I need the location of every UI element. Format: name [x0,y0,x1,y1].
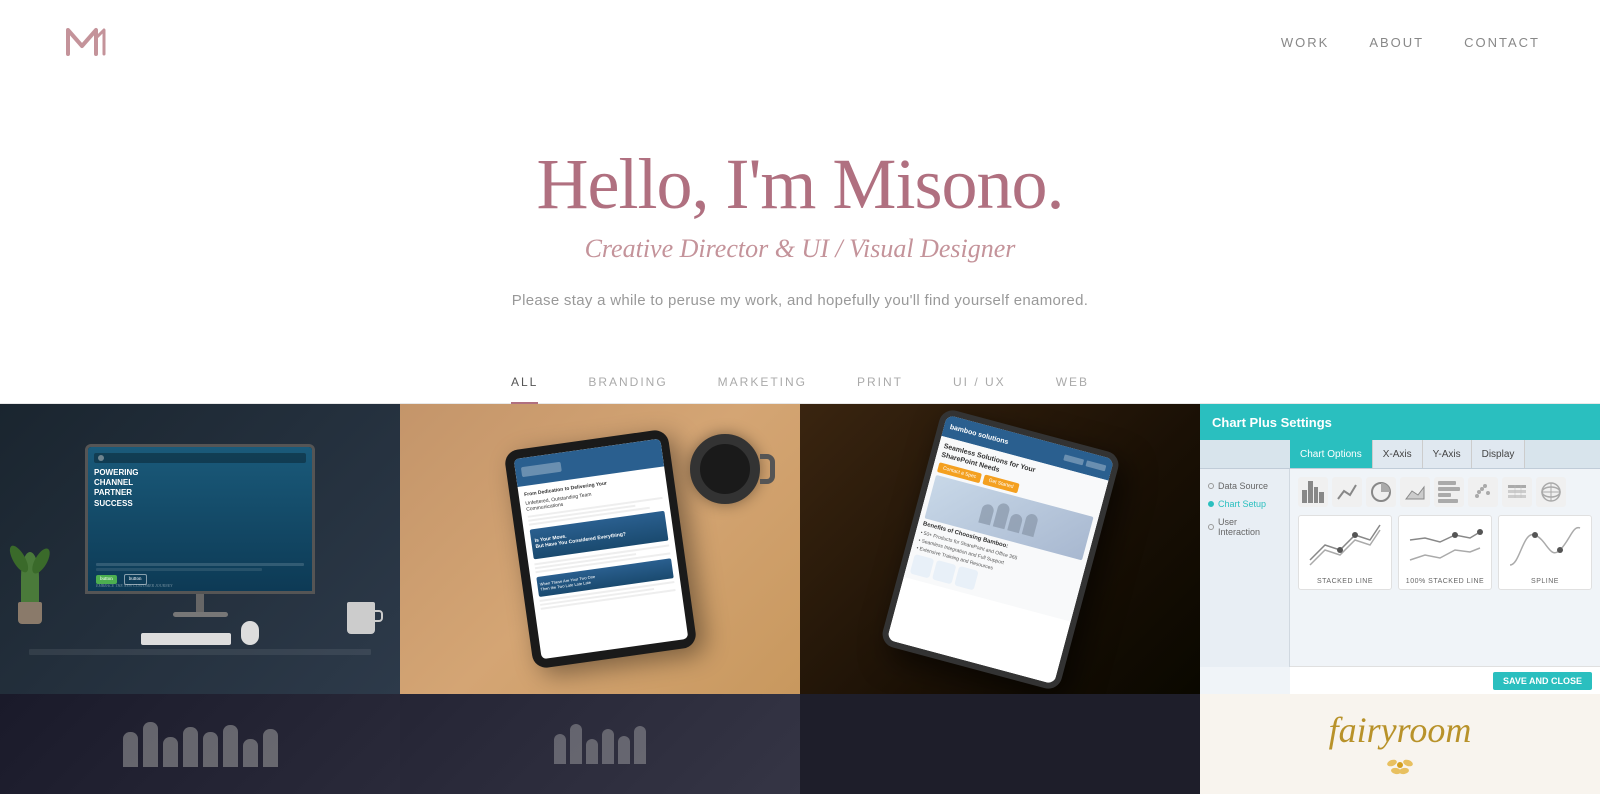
bottom-row: fairyroom [0,694,1600,794]
filter-tab-marketing[interactable]: MARKETING [718,375,807,403]
chart-sidebar-datasource[interactable]: Data Source [1208,477,1281,495]
chart-tab-xaxis[interactable]: X-Axis [1373,440,1423,468]
hero-description: Please stay a while to peruse my work, a… [20,292,1580,309]
chart-type-scatter[interactable] [1468,477,1498,507]
logo[interactable] [60,18,112,67]
nav-item-about[interactable]: ABOUT [1369,34,1424,52]
chart-preview-spline[interactable]: SPLINE [1498,515,1592,590]
nav-links: WORK ABOUT CONTACT [1281,34,1540,52]
portfolio-item-empty [800,694,1200,794]
hero-section: Hello, I'm Misono. Creative Director & U… [0,85,1600,359]
chart-type-line[interactable] [1332,477,1362,507]
filter-bar: ALL BRANDING MARKETING PRINT UI / UX WEB [0,359,1600,404]
chart-tab-display[interactable]: Display [1472,440,1526,468]
chart-preview-stacked-line[interactable]: STACKED LINE [1298,515,1392,590]
hero-title: Hello, I'm Misono. [20,145,1580,224]
nav-item-work[interactable]: WORK [1281,34,1329,52]
chart-label-stacked-line: STACKED LINE [1303,578,1387,585]
portfolio-grid: POWERINGCHANNELPARTNERSUCCESS button but… [0,404,1600,694]
chart-label-100-stacked-line: 100% STACKED LINE [1403,578,1487,585]
filter-tab-print[interactable]: PRINT [857,375,903,403]
chart-type-bar[interactable] [1434,477,1464,507]
portfolio-item-people[interactable] [0,694,400,794]
chart-type-area[interactable] [1400,477,1430,507]
chart-tab-options[interactable]: Chart Options [1290,440,1373,468]
hero-subtitle: Creative Director & UI / Visual Designer [20,234,1580,264]
navigation: WORK ABOUT CONTACT [0,0,1600,85]
portfolio-item-chart-ui[interactable]: Chart Plus Settings Chart Options X-Axis… [1200,404,1600,694]
portfolio-item-imac[interactable]: POWERINGCHANNELPARTNERSUCCESS button but… [0,404,400,694]
chart-type-pie[interactable] [1366,477,1396,507]
filter-tab-all[interactable]: ALL [511,375,538,403]
portfolio-item-ipad[interactable]: bamboo solutions Seamless Solutions for … [800,404,1200,694]
portfolio-item-tablet[interactable]: From Dedication to Delivering Your Unfet… [400,404,800,694]
chart-save-button[interactable]: SAVE AND CLOSE [1493,672,1592,690]
chart-type-table[interactable] [1502,477,1532,507]
chart-type-column[interactable] [1298,477,1328,507]
filter-tab-web[interactable]: WEB [1056,375,1089,403]
portfolio-item-people-2[interactable] [400,694,800,794]
nav-item-contact[interactable]: CONTACT [1464,34,1540,52]
portfolio-item-fairy[interactable]: fairyroom [1200,694,1600,794]
filter-tab-branding[interactable]: BRANDING [588,375,667,403]
chart-sidebar-interaction[interactable]: User Interaction [1208,513,1281,541]
chart-type-wire[interactable] [1536,477,1566,507]
chart-label-spline: SPLINE [1503,578,1587,585]
chart-tab-yaxis[interactable]: Y-Axis [1423,440,1472,468]
chart-ui-title: Chart Plus Settings [1212,415,1332,430]
filter-tab-uiux[interactable]: UI / UX [953,375,1006,403]
chart-preview-100-stacked-line[interactable]: 100% STACKED LINE [1398,515,1492,590]
fairy-logo-text: fairyroom [1329,709,1472,751]
chart-sidebar-chartsetup[interactable]: Chart Setup [1208,495,1281,513]
